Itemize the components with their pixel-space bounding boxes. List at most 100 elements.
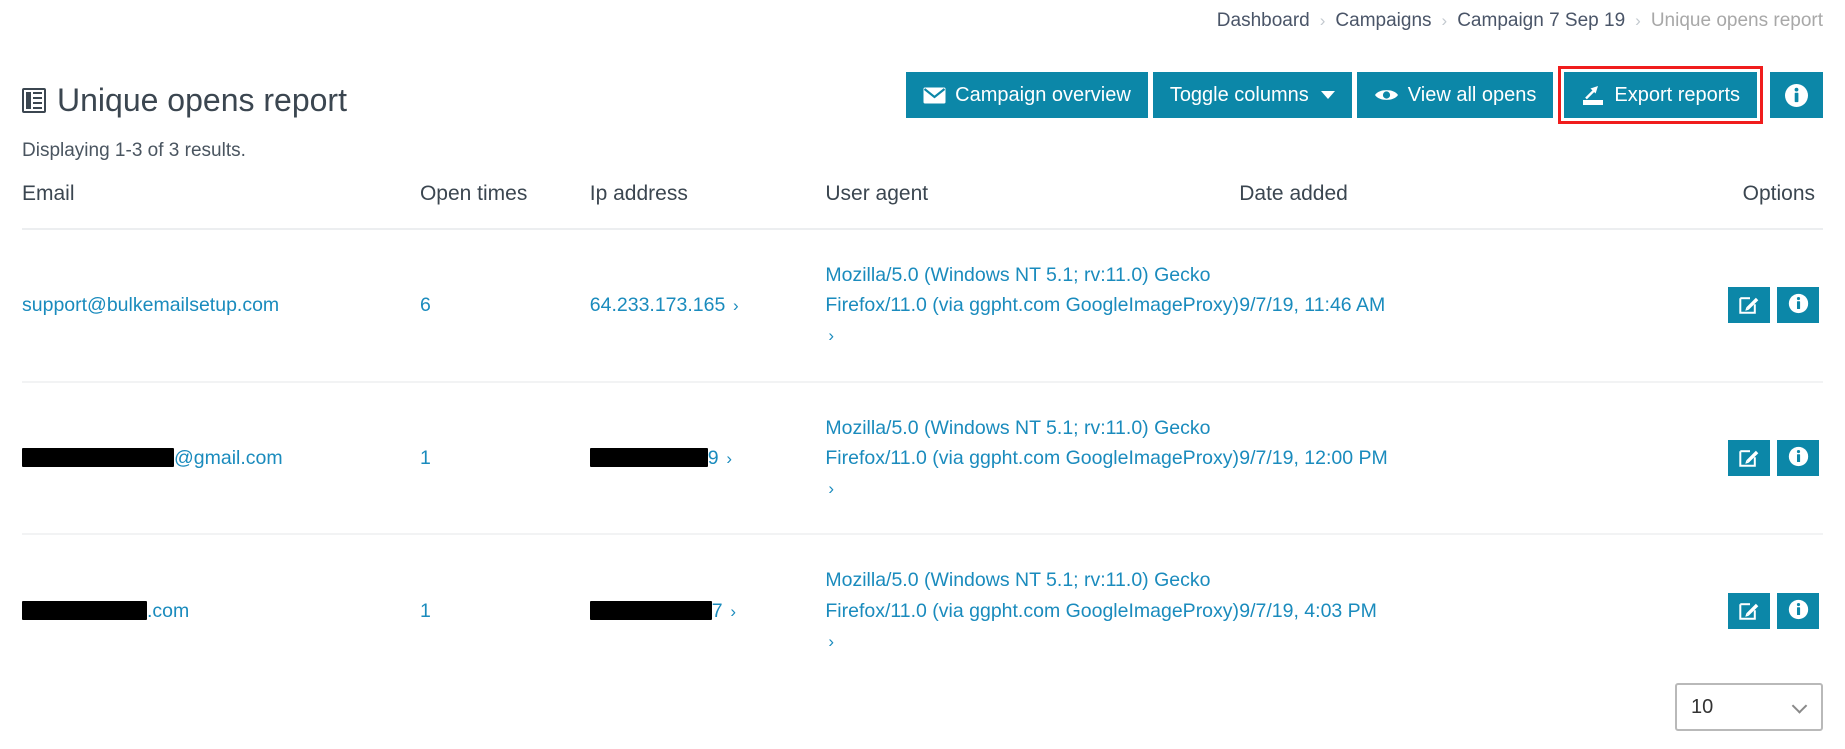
edit-button[interactable] (1728, 287, 1770, 324)
breadcrumb-item-campaign[interactable]: Campaign 7 Sep 19 (1457, 10, 1625, 32)
cell-options (1557, 381, 1823, 536)
chevron-down-icon (1320, 91, 1335, 99)
info-circle-icon (1788, 599, 1809, 623)
chevron-right-icon: › (828, 326, 835, 346)
cell-open-times[interactable]: 6 (419, 229, 590, 383)
date-added-text: 9/7/19, 12:00 PM (1239, 446, 1388, 469)
results-summary: Displaying 1-3 of 3 results. (22, 140, 246, 161)
info-circle-icon (1784, 83, 1809, 108)
column-header-user-agent[interactable]: User agent (825, 176, 1240, 230)
toggle-columns-label: Toggle columns (1169, 84, 1309, 106)
chevron-right-icon: › (721, 448, 733, 468)
page-toolbar: Campaign overview Toggle columns View al… (906, 66, 1823, 124)
breadcrumb-separator: › (1635, 11, 1641, 30)
unique-opens-report-page: Dashboard › Campaigns › Campaign 7 Sep 1… (0, 0, 1845, 749)
ip-redaction (589, 447, 708, 467)
edit-pencil-icon (1738, 599, 1760, 623)
cell-ip-address[interactable]: 9 › (589, 381, 826, 536)
ip-address-link[interactable]: 7 › (589, 600, 737, 622)
export-inbox-icon (1581, 85, 1605, 106)
export-reports-button[interactable]: Export reports (1558, 66, 1763, 124)
cell-open-times[interactable]: 1 (420, 534, 590, 686)
chevron-right-icon: › (828, 479, 835, 499)
breadcrumb-item-campaigns[interactable]: Campaigns (1335, 10, 1431, 32)
email-suffix: .com (147, 599, 190, 622)
user-agent-text: Mozilla/5.0 (Windows NT 5.1; rv:11.0) Ge… (825, 264, 1240, 317)
open-times-link[interactable]: 1 (420, 447, 431, 469)
details-button[interactable] (1777, 439, 1819, 476)
unique-opens-table: Email Open times Ip address User agent D… (22, 176, 1823, 686)
info-button[interactable] (1770, 72, 1823, 118)
date-added-text: 9/7/19, 11:46 AM (1239, 294, 1386, 317)
table-body: support@bulkemailsetup.com 6 64.233.173.16… (22, 229, 1823, 686)
campaign-overview-button[interactable]: Campaign overview (906, 72, 1148, 118)
view-all-opens-button[interactable]: View all opens (1356, 72, 1554, 118)
edit-pencil-icon (1738, 293, 1760, 317)
cell-ip-address[interactable]: 64.233.173.165 › (589, 229, 826, 383)
table-row: support@bulkemailsetup.com 6 64.233.173.16… (22, 229, 1823, 383)
table-row: .com 1 7 › Mozilla/5.0 (Windows NT 5.1; rv:… (22, 534, 1823, 686)
page-header: Unique opens report Campaign overview To… (22, 66, 1823, 128)
ip-redaction (589, 600, 712, 620)
ip-address-link[interactable]: 9 › (589, 446, 733, 469)
ip-suffix: 9 (707, 446, 719, 469)
details-button[interactable] (1777, 287, 1819, 324)
edit-pencil-icon (1738, 446, 1760, 470)
toggle-columns-button[interactable]: Toggle columns (1152, 72, 1352, 118)
chevron-right-icon: › (725, 601, 737, 621)
envelope-icon (923, 87, 946, 104)
details-button[interactable] (1777, 592, 1819, 629)
email-text: support@bulkemailsetup.com (22, 294, 280, 317)
column-header-open-times[interactable]: Open times (419, 176, 590, 230)
cell-open-times[interactable]: 1 (419, 381, 590, 536)
table-row: @gmail.com 1 9 › Mozilla/5.0 (Windows NT 5.… (22, 381, 1823, 536)
page-title-block: Unique opens report (22, 72, 347, 128)
email-redaction (22, 600, 147, 620)
email-link[interactable]: @gmail.com (22, 447, 283, 469)
breadcrumb-separator: › (1441, 11, 1448, 30)
opens-table-container: Email Open times Ip address User agent D… (22, 176, 1823, 686)
campaign-overview-label: Campaign overview (955, 84, 1131, 106)
page-title: Unique opens report (57, 82, 347, 118)
view-all-opens-label: View all opens (1407, 84, 1537, 106)
cell-user-agent[interactable]: Mozilla/5.0 (Windows NT 5.1; rv:11.0) Ge… (825, 229, 1240, 383)
open-times-link[interactable]: 1 (420, 600, 431, 622)
page-size-select[interactable]: 102550100 (1675, 683, 1823, 731)
breadcrumb: Dashboard › Campaigns › Campaign 7 Sep 1… (1217, 10, 1823, 32)
open-times-link[interactable]: 6 (420, 294, 431, 316)
cell-date-added: 9/7/19, 4:03 PM (1239, 534, 1557, 686)
export-reports-label: Export reports (1614, 84, 1740, 106)
chevron-right-icon: › (728, 296, 739, 316)
cell-user-agent[interactable]: Mozilla/5.0 (Windows NT 5.1; rv:11.0) Ge… (825, 534, 1239, 686)
breadcrumb-item-current: Unique opens report (1650, 10, 1823, 31)
email-suffix: @gmail.com (174, 446, 283, 469)
cell-email[interactable]: support@bulkemailsetup.com (22, 229, 420, 383)
edit-button[interactable] (1728, 592, 1770, 629)
eye-icon (1374, 87, 1399, 103)
cell-user-agent[interactable]: Mozilla/5.0 (Windows NT 5.1; rv:11.0) Ge… (825, 381, 1240, 536)
email-link[interactable]: .com (22, 600, 189, 622)
info-circle-icon (1788, 293, 1809, 317)
cell-email[interactable]: @gmail.com (22, 381, 420, 536)
edit-button[interactable] (1728, 439, 1770, 476)
ip-address-link[interactable]: 64.233.173.165 › (590, 294, 739, 316)
cell-email[interactable]: .com (22, 534, 420, 686)
ip-text: 64.233.173.165 (589, 294, 726, 317)
user-agent-link[interactable]: Mozilla/5.0 (Windows NT 5.1; rv:11.0) Ge… (825, 569, 1239, 651)
column-header-email[interactable]: Email (22, 176, 420, 230)
user-agent-text: Mozilla/5.0 (Windows NT 5.1; rv:11.0) Ge… (825, 569, 1240, 622)
cell-ip-address[interactable]: 7 › (589, 534, 826, 686)
breadcrumb-separator: › (1319, 11, 1326, 30)
info-circle-icon (1788, 446, 1809, 470)
column-header-ip-address[interactable]: Ip address (589, 176, 826, 230)
user-agent-link[interactable]: Mozilla/5.0 (Windows NT 5.1; rv:11.0) Ge… (825, 264, 1239, 346)
page-size-shell: 102550100 (1675, 683, 1823, 731)
cell-date-added: 9/7/19, 11:46 AM (1239, 229, 1558, 383)
email-link[interactable]: support@bulkemailsetup.com (22, 294, 279, 316)
column-header-date-added[interactable]: Date added (1239, 176, 1558, 230)
breadcrumb-item-dashboard[interactable]: Dashboard (1217, 10, 1310, 32)
chevron-right-icon: › (828, 631, 835, 651)
user-agent-link[interactable]: Mozilla/5.0 (Windows NT 5.1; rv:11.0) Ge… (825, 417, 1239, 499)
cell-date-added: 9/7/19, 12:00 PM (1239, 381, 1558, 536)
table-footer: 102550100 (22, 683, 1823, 731)
